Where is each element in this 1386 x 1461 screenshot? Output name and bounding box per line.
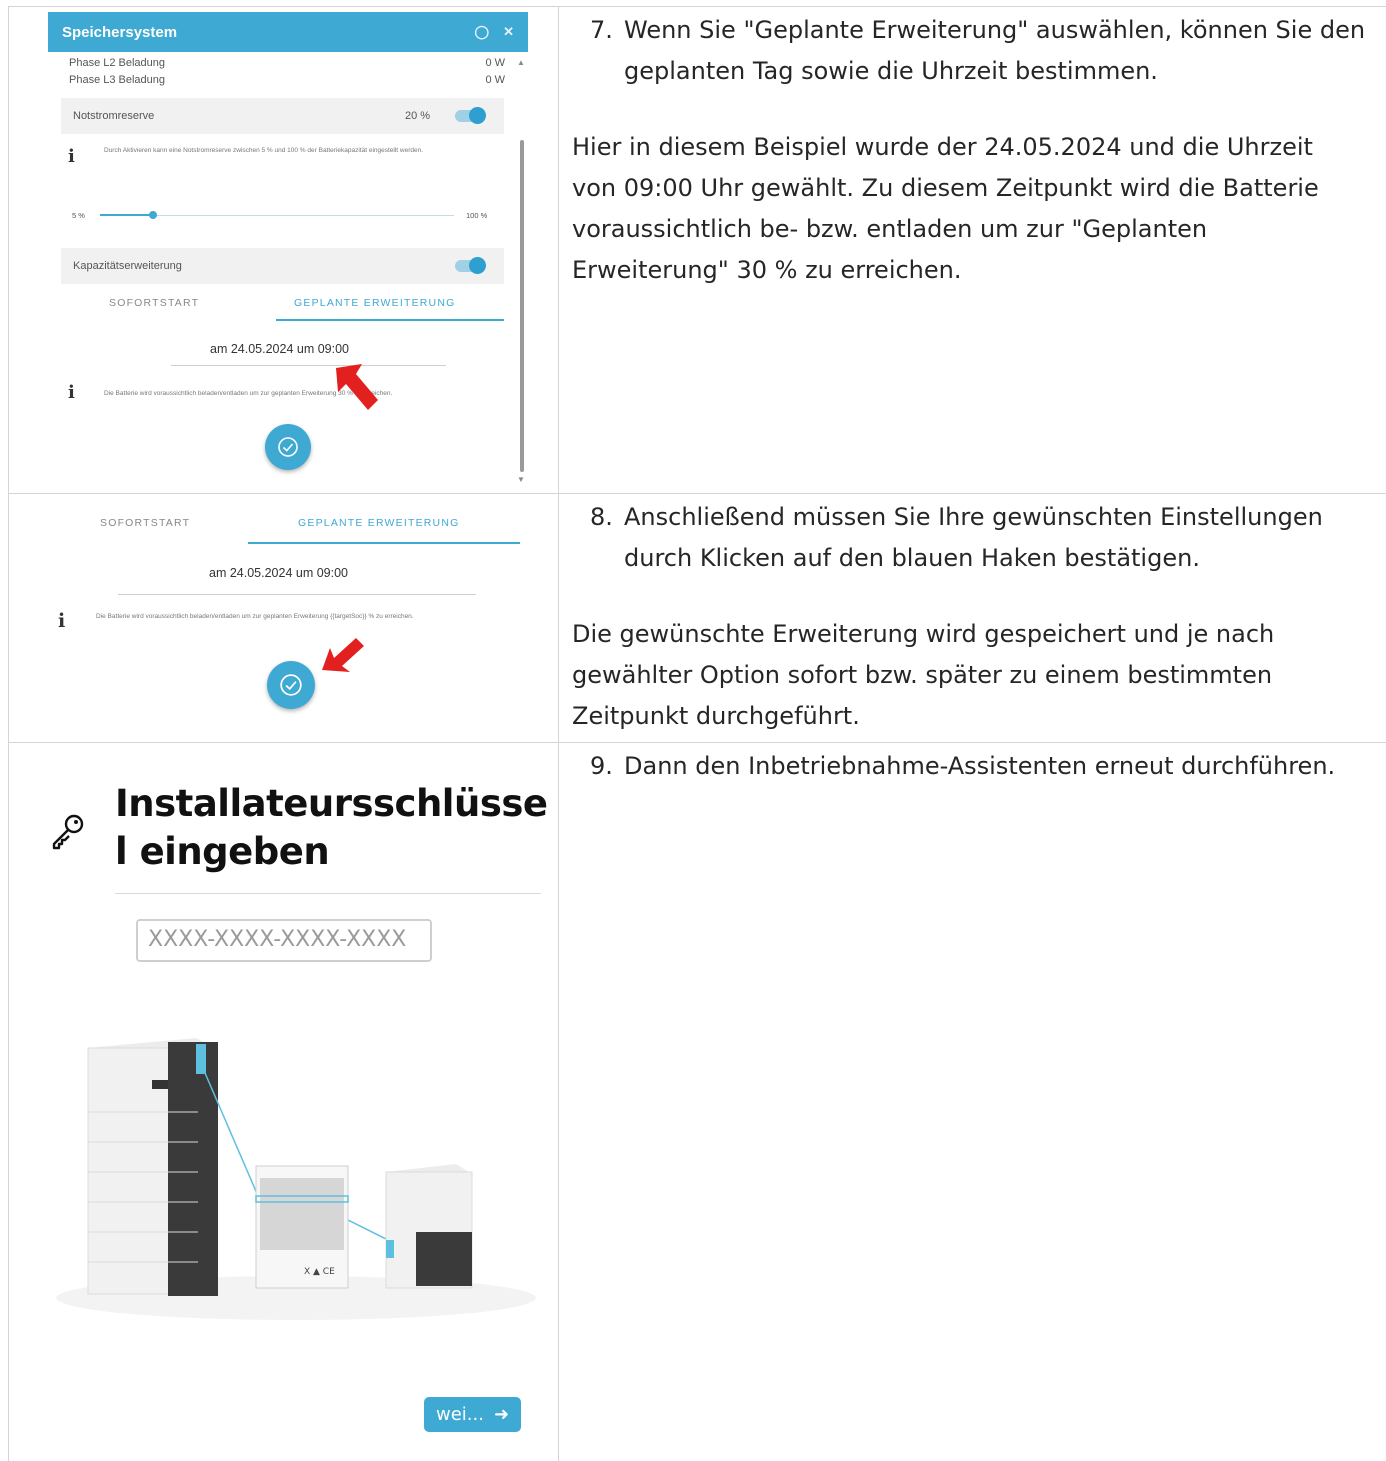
table-border-left: [8, 6, 9, 1461]
plan-info-text: Die Batterie wird voraussichtlich belade…: [96, 613, 414, 620]
info-icon: i: [68, 382, 75, 403]
phase-l2-row: Phase L2 Beladung 0 W: [69, 57, 505, 69]
info-icon: i: [58, 610, 66, 632]
table-border-row1: [8, 493, 1386, 494]
tab-sofortstart[interactable]: SOFORTSTART: [100, 517, 190, 529]
dialog-header: Speichersystem ◯ ✕: [48, 12, 528, 52]
scroll-down-icon[interactable]: ▼: [517, 475, 525, 484]
step-8-paragraph: Die gewünschte Erweiterung wird gespeich…: [572, 620, 1275, 730]
dialog-header-icons: ◯ ✕: [475, 24, 514, 40]
notstromreserve-value: 20 %: [405, 110, 431, 122]
date-underline: [118, 594, 476, 595]
notstromreserve-row: Notstromreserve 20 %: [61, 98, 504, 134]
tab-geplante-erweiterung[interactable]: GEPLANTE ERWEITERUNG: [294, 297, 456, 309]
next-button-label: wei...: [435, 1404, 484, 1425]
red-arrow-pointer: [336, 364, 378, 410]
step-9-text-block: 9. Dann den Inbetriebnahme-Assistenten e…: [572, 746, 1372, 806]
kapazitaet-label: Kapazitätserweiterung: [73, 260, 182, 272]
step-8-text-block: 8. Anschließend müssen Sie Ihre gewünsch…: [572, 497, 1372, 742]
confirm-button[interactable]: [267, 661, 315, 709]
step-7-instruction: Wenn Sie "Geplante Erweiterung" auswähle…: [624, 16, 1366, 85]
phase-l3-value: 0 W: [485, 74, 505, 86]
step-7-paragraph: Hier in diesem Beispiel wurde der 24.05.…: [572, 133, 1319, 284]
battery-system-illustration: X ▲ CE: [56, 1038, 536, 1320]
active-tab-indicator: [276, 319, 504, 321]
tab-geplante-erweiterung[interactable]: GEPLANTE ERWEITERUNG: [298, 517, 460, 529]
toggle-knob: [469, 257, 486, 274]
dialog-title: Speichersystem: [62, 23, 178, 41]
installer-key-input[interactable]: XXXX-XXXX-XXXX-XXXX: [136, 919, 432, 962]
key-icon: [52, 814, 84, 850]
installer-key-title: Installateursschlüsse l eingeben: [115, 782, 548, 873]
date-underline: [171, 365, 446, 366]
red-arrow-pointer: [322, 638, 364, 672]
notstromreserve-label: Notstromreserve: [73, 110, 155, 122]
active-tab-indicator: [248, 542, 520, 544]
help-icon[interactable]: ◯: [475, 24, 490, 40]
step-7-number: 7.: [590, 16, 613, 44]
tab-sofortstart[interactable]: SOFORTSTART: [109, 297, 199, 309]
arrow-right-icon: ➜: [493, 1404, 510, 1425]
toggle-knob: [469, 107, 486, 124]
notstromreserve-info: Durch Aktivieren kann eine Notstromreser…: [104, 147, 424, 154]
phase-l2-label: Phase L2 Beladung: [69, 57, 166, 69]
kapazitaet-toggle[interactable]: [455, 257, 486, 274]
planned-date[interactable]: am 24.05.2024 um 09:00: [209, 566, 348, 580]
slider-min-label: 5 %: [72, 211, 85, 220]
kapazitaet-row: Kapazitätserweiterung: [61, 248, 504, 284]
phase-l3-row: Phase L3 Beladung 0 W: [69, 74, 505, 86]
notstrom-slider-thumb[interactable]: [149, 211, 158, 219]
scroll-up-icon[interactable]: ▲: [517, 58, 525, 67]
check-icon: [278, 437, 298, 457]
close-icon[interactable]: ✕: [503, 24, 514, 40]
table-border-top: [8, 6, 1386, 7]
svg-text:X ▲ CE: X ▲ CE: [304, 1267, 335, 1277]
phase-l2-value: 0 W: [485, 57, 505, 69]
title-divider: [115, 893, 541, 894]
confirm-panel: SOFORTSTART GEPLANTE ERWEITERUNG am 24.0…: [30, 500, 530, 740]
scrollbar-thumb[interactable]: [520, 140, 524, 472]
speichersystem-dialog: Speichersystem ◯ ✕ Phase L2 Beladung 0 W…: [48, 12, 528, 490]
step-9-instruction: Dann den Inbetriebnahme-Assistenten erne…: [624, 752, 1336, 780]
slider-max-label: 100 %: [466, 211, 488, 220]
notstromreserve-toggle[interactable]: [455, 107, 486, 124]
next-button[interactable]: wei... ➜: [424, 1397, 521, 1432]
planned-date[interactable]: am 24.05.2024 um 09:00: [210, 342, 349, 356]
check-icon: [280, 674, 302, 696]
step-9-number: 9.: [590, 752, 613, 780]
step-8-number: 8.: [590, 503, 613, 531]
plan-info-text: Die Batterie wird voraussichtlich belade…: [104, 390, 393, 397]
phase-l3-label: Phase L3 Beladung: [69, 74, 166, 86]
step-8-instruction: Anschließend müssen Sie Ihre gewünschten…: [624, 503, 1323, 572]
table-border-row2: [8, 742, 1386, 743]
table-border-middle: [558, 6, 559, 1461]
step-7-text-block: 7. Wenn Sie "Geplante Erweiterung" auswä…: [572, 10, 1372, 310]
info-icon: i: [68, 146, 75, 167]
confirm-button[interactable]: [265, 424, 311, 470]
notstrom-slider-fill: [100, 214, 154, 216]
